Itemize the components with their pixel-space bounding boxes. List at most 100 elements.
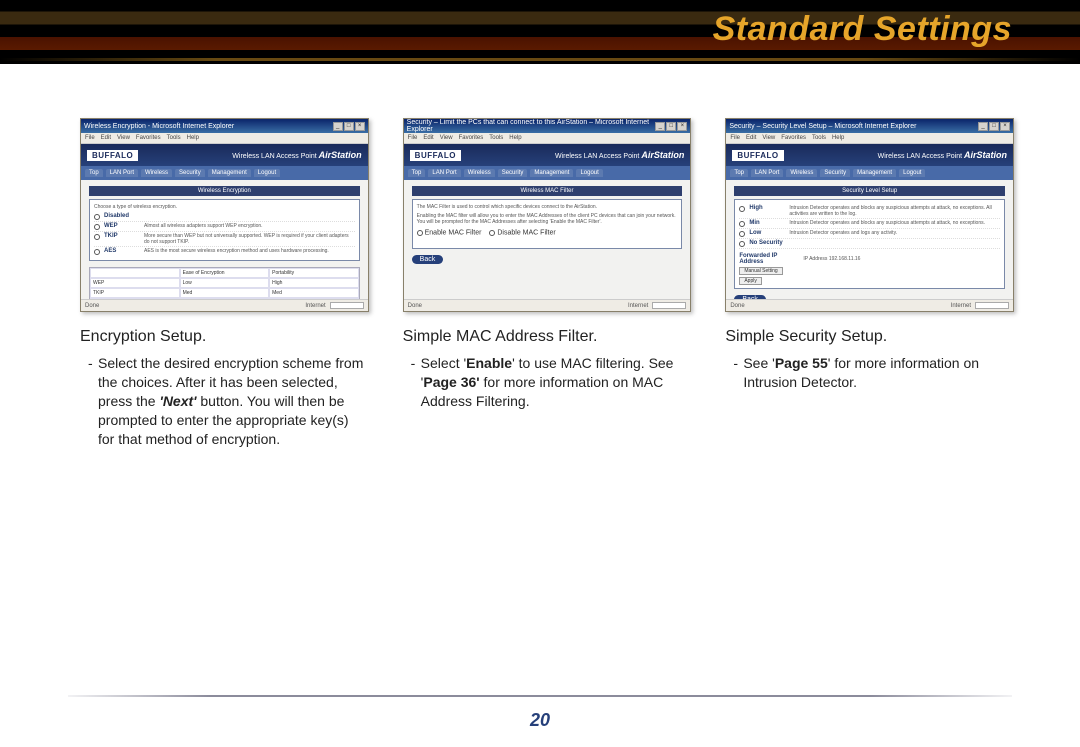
menu-item: Edit — [746, 135, 756, 141]
panel-body: High Intrusion Detector operates and bloc… — [734, 199, 1005, 289]
brand-bar: BUFFALO Wireless LAN Access Point AirSta… — [726, 144, 1013, 166]
level-label: No Security — [749, 240, 809, 246]
status-bar: Done Internet — [81, 299, 368, 311]
tab: LAN Port — [751, 169, 783, 177]
menu-item: View — [117, 135, 130, 141]
titlebar-text: Security – Limit the PCs that can connec… — [407, 119, 656, 133]
apply-button: Apply — [739, 277, 762, 285]
screenshot-mac-filter: Security – Limit the PCs that can connec… — [403, 118, 692, 312]
status-left: Done — [730, 303, 744, 309]
tab: Management — [208, 169, 251, 177]
level-desc: Intrusion Detector operates and blocks a… — [789, 220, 1000, 226]
panel-heading: Wireless Encryption — [89, 186, 360, 196]
nav-tabs: Top LAN Port Wireless Security Managemen… — [404, 166, 691, 180]
radio-icon — [739, 221, 745, 227]
radio-icon — [739, 241, 745, 247]
tab: Top — [85, 169, 103, 177]
page-number: 20 — [0, 710, 1080, 731]
menu-item: Edit — [101, 135, 111, 141]
titlebar: Wireless Encryption - Microsoft Internet… — [81, 119, 368, 133]
status-bar: Done Internet — [404, 299, 691, 311]
option-label: TKIP — [104, 233, 140, 239]
manual-button: Manual Setting — [739, 267, 782, 275]
ie-menu: File Edit View Favorites Tools Help — [81, 133, 368, 144]
column-security: Security – Security Level Setup – Micros… — [725, 118, 1014, 448]
menu-item: Tools — [489, 135, 503, 141]
menu-item: Help — [509, 135, 521, 141]
header-accent — [0, 58, 1080, 61]
status-right: Internet — [305, 303, 325, 309]
titlebar-text: Wireless Encryption - Microsoft Internet… — [84, 123, 234, 130]
radio-icon — [417, 230, 423, 236]
column-encryption: Wireless Encryption - Microsoft Internet… — [80, 118, 369, 448]
page-title: Standard Settings — [713, 10, 1012, 49]
menu-item: Edit — [423, 135, 433, 141]
menu-item: Help — [187, 135, 199, 141]
maximize-icon: □ — [989, 122, 999, 131]
close-icon: × — [1000, 122, 1010, 131]
footer-rule — [68, 695, 1012, 697]
radio-option: Disable MAC Filter — [489, 229, 555, 236]
titlebar-text: Security – Security Level Setup – Micros… — [729, 123, 916, 130]
menu-item: File — [408, 135, 418, 141]
maximize-icon: □ — [666, 122, 676, 131]
menu-item: Favorites — [459, 135, 484, 141]
radio-icon — [489, 230, 495, 236]
tab: Wireless — [141, 169, 172, 177]
window-buttons: _□× — [655, 122, 687, 131]
menu-item: View — [762, 135, 775, 141]
level-row: No Security — [739, 239, 1000, 249]
option-row: TKIP More secure than WEP but not univers… — [94, 232, 355, 247]
option-desc: Almost all wireless adapters support WEP… — [144, 223, 355, 229]
menu-item: Favorites — [781, 135, 806, 141]
brand-bar: BUFFALO Wireless LAN Access Point AirSta… — [404, 144, 691, 166]
note-text: Enabling the MAC filter will allow you t… — [417, 213, 678, 225]
tab: Top — [730, 169, 748, 177]
tab: Security — [498, 169, 528, 177]
section-body: -Select the desired encryption scheme fr… — [80, 354, 369, 448]
option-desc: AES is the most secure wireless encrypti… — [144, 248, 355, 254]
progress-icon — [652, 302, 686, 309]
option-label: AES — [104, 248, 140, 254]
section-heading: Encryption Setup. — [80, 328, 369, 346]
menu-item: Tools — [812, 135, 826, 141]
close-icon: × — [355, 122, 365, 131]
airstation-label: Wireless LAN Access Point AirStation — [232, 150, 361, 160]
close-icon: × — [677, 122, 687, 131]
airstation-label: Wireless LAN Access Point AirStation — [878, 150, 1007, 160]
option-desc: More secure than WEP but not universally… — [144, 233, 355, 245]
radio-icon — [94, 224, 100, 230]
window-buttons: _ □ × — [333, 122, 365, 131]
nav-tabs: Top LAN Port Wireless Security Managemen… — [81, 166, 368, 180]
minimize-icon: _ — [655, 122, 665, 131]
ie-menu: File Edit View Favorites Tools Help — [404, 133, 691, 144]
titlebar: Security – Limit the PCs that can connec… — [404, 119, 691, 133]
window-buttons: _□× — [978, 122, 1010, 131]
progress-icon — [330, 302, 364, 309]
panel-body: The MAC Filter is used to control which … — [412, 199, 683, 249]
fw-label: Forwarded IP Address — [739, 253, 799, 265]
tab: Wireless — [464, 169, 495, 177]
section-body: -Select 'Enable' to use MAC filter­ing. … — [403, 354, 692, 411]
panel-body: Choose a type of wireless encryption. Di… — [89, 199, 360, 261]
option-row: AES AES is the most secure wireless encry… — [94, 247, 355, 256]
back-button: Back — [412, 255, 444, 264]
level-row: HighIntrusion Detector operates and bloc… — [739, 204, 1000, 219]
screenshot-encryption: Wireless Encryption - Microsoft Internet… — [80, 118, 369, 312]
status-right: Internet — [951, 303, 971, 309]
level-label: High — [749, 205, 785, 211]
tab: Wireless — [786, 169, 817, 177]
maximize-icon: □ — [344, 122, 354, 131]
tab: LAN Port — [106, 169, 138, 177]
tab: Management — [530, 169, 573, 177]
ie-menu: File Edit View Favorites Tools Help — [726, 133, 1013, 144]
header-band: Standard Settings — [0, 0, 1080, 64]
airstation-label: Wireless LAN Access Point AirStation — [555, 150, 684, 160]
section-body: -See 'Page 55' for more information on I… — [725, 354, 1014, 392]
menu-item: Tools — [167, 135, 181, 141]
option-label: WEP — [104, 223, 140, 229]
option-row: WEP Almost all wireless adapters support … — [94, 222, 355, 232]
progress-icon — [975, 302, 1009, 309]
level-desc: Intrusion Detector operates and logs any… — [789, 230, 1000, 236]
panel-heading: Security Level Setup — [734, 186, 1005, 196]
